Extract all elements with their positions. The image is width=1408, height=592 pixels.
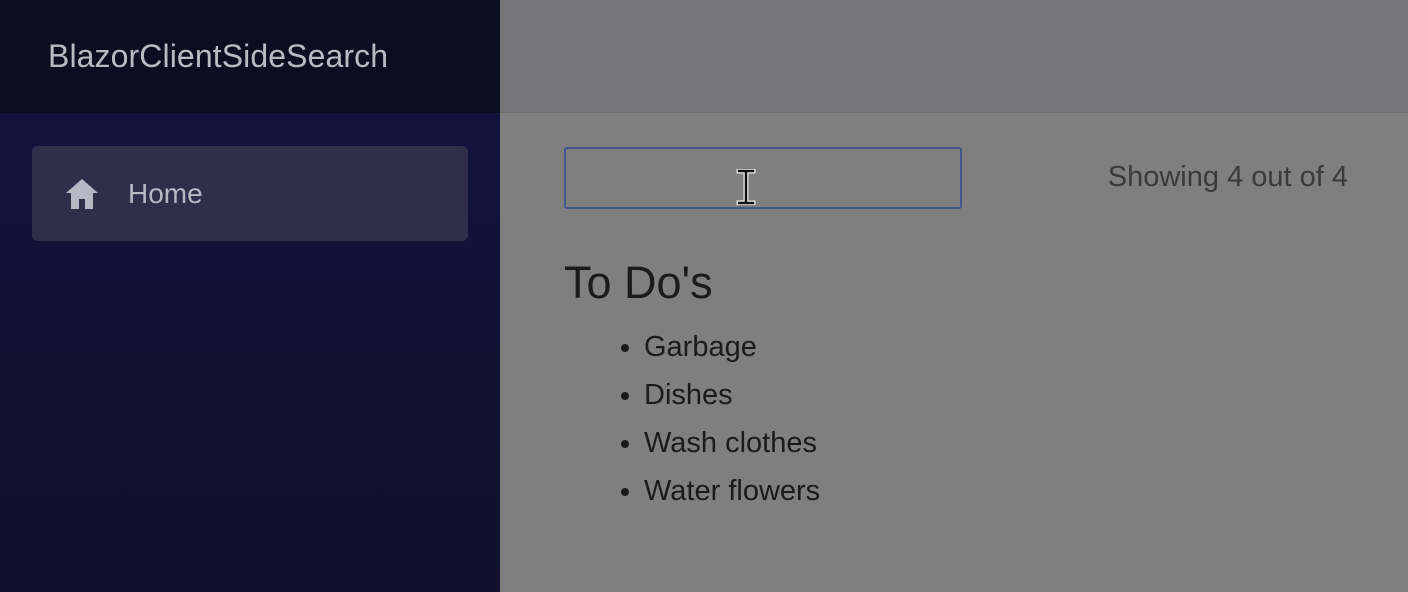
content: Showing 4 out of 4 To Do's Garbage Dishe… [500,113,1408,515]
main-area: Showing 4 out of 4 To Do's Garbage Dishe… [500,0,1408,592]
page-title: To Do's [564,257,713,308]
app-window: BlazorClientSideSearch Home Showing 4 ou… [0,0,1408,592]
brand-link[interactable]: BlazorClientSideSearch [48,38,388,75]
list-item: Dishes [644,371,1408,419]
results-count: Showing 4 out of 4 [1107,161,1348,193]
list-item: Wash clothes [644,419,1408,467]
search-input[interactable] [564,147,962,209]
list-item: Water flowers [644,467,1408,515]
home-icon [64,177,100,211]
list-item: Garbage [644,323,1408,371]
sidebar-item-home[interactable]: Home [32,146,468,241]
sidebar-nav: Home [0,113,500,241]
todo-list: Garbage Dishes Wash clothes Water flower… [564,323,1408,515]
sidebar-item-label: Home [128,177,203,209]
brand-bar: BlazorClientSideSearch [0,0,500,113]
sidebar: BlazorClientSideSearch Home [0,0,500,592]
text-cursor-icon [736,168,756,206]
top-row [500,0,1408,113]
